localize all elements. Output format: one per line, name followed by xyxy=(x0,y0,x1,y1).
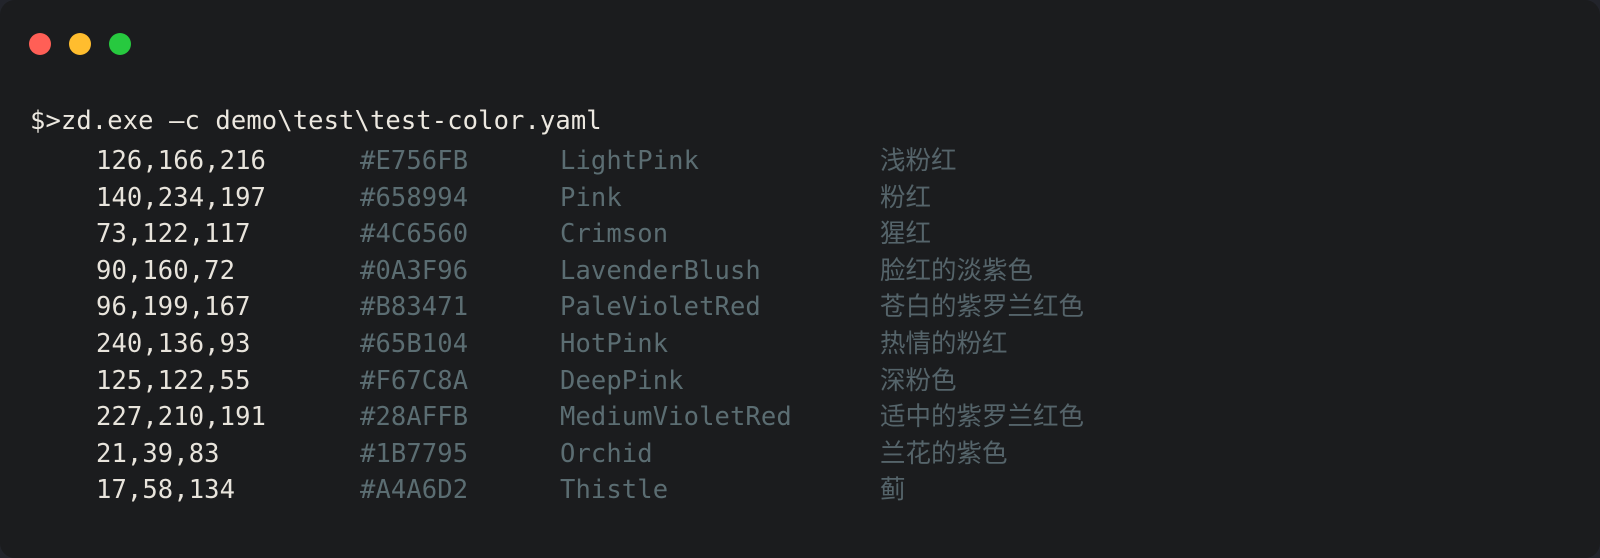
row-indent xyxy=(0,216,96,253)
table-row: 227,210,191 #28AFFB MediumVioletRed 适中的紫罗兰红… xyxy=(0,399,1600,436)
row-indent xyxy=(0,436,96,473)
command-prompt-line: $>zd.exe –c demo\test\test-color.yaml xyxy=(30,106,602,136)
cell-chinese-name: 兰花的紫色 xyxy=(880,438,1008,469)
cell-color-name: MediumVioletRed xyxy=(560,402,792,433)
cell-rgb: 96,199,167 xyxy=(96,292,251,323)
cell-chinese-name: 猩红 xyxy=(880,219,932,250)
cell-chinese-name: 热情的粉红 xyxy=(880,328,1008,359)
cell-rgb: 227,210,191 xyxy=(96,402,266,433)
color-table: 126,166,216 #E756FB LightPink 浅粉红 140,234,19… xyxy=(0,143,1600,509)
cell-hex: #1B7795 xyxy=(360,438,469,469)
table-row: 21,39,83 #1B7795 Orchid 兰花的紫色 xyxy=(0,436,1600,473)
cell-hex: #65B104 xyxy=(360,328,469,359)
terminal-window: $>zd.exe –c demo\test\test-color.yaml 12… xyxy=(0,0,1600,558)
cell-chinese-name: 深粉色 xyxy=(880,365,957,396)
cell-rgb: 126,166,216 xyxy=(96,146,266,176)
cell-chinese-name: 苍白的紫罗兰红色 xyxy=(880,292,1085,323)
window-titlebar[interactable] xyxy=(0,0,1600,88)
cell-chinese-name: 粉红 xyxy=(880,182,932,213)
cell-hex: #F67C8A xyxy=(360,365,469,396)
cell-chinese-name: 适中的紫罗兰红色 xyxy=(880,402,1085,433)
cell-hex: #0A3F96 xyxy=(360,255,469,286)
row-indent xyxy=(0,253,96,290)
row-indent xyxy=(0,472,96,509)
terminal-output-area[interactable]: $>zd.exe –c demo\test\test-color.yaml 12… xyxy=(0,88,1600,558)
row-indent xyxy=(0,399,96,436)
cell-hex: #E756FB xyxy=(360,146,469,176)
cell-color-name: LavenderBlush xyxy=(560,255,761,286)
table-row: 96,199,167 #B83471 PaleVioletRed 苍白的紫罗兰红色 xyxy=(0,289,1600,326)
maximize-button[interactable] xyxy=(109,33,131,55)
cell-color-name: LightPink xyxy=(560,146,700,176)
row-indent xyxy=(0,289,96,326)
cell-color-name: PaleVioletRed xyxy=(560,292,761,323)
cell-chinese-name: 脸红的淡紫色 xyxy=(880,255,1034,286)
cell-hex: #4C6560 xyxy=(360,219,469,250)
cell-rgb: 90,160,72 xyxy=(96,255,236,286)
cell-hex: #28AFFB xyxy=(360,402,469,433)
window-controls xyxy=(29,33,131,55)
cell-color-name: Pink xyxy=(560,182,622,213)
cell-color-name: HotPink xyxy=(560,328,669,359)
minimize-button[interactable] xyxy=(69,33,91,55)
cell-color-name: DeepPink xyxy=(560,365,684,396)
row-indent xyxy=(0,363,96,400)
table-row: 126,166,216 #E756FB LightPink 浅粉红 xyxy=(0,143,1600,180)
cell-color-name: Thistle xyxy=(560,475,669,506)
cell-rgb: 140,234,197 xyxy=(96,182,266,213)
cell-rgb: 73,122,117 xyxy=(96,219,251,250)
table-row: 73,122,117 #4C6560 Crimson 猩红 xyxy=(0,216,1600,253)
color-table-body: 126,166,216 #E756FB LightPink 浅粉红 140,234,19… xyxy=(0,143,1600,509)
table-row: 240,136,93 #65B104 HotPink 热情的粉红 xyxy=(0,326,1600,363)
row-indent xyxy=(0,180,96,217)
table-row: 140,234,197 #658994 Pink 粉红 xyxy=(0,180,1600,217)
cell-rgb: 125,122,55 xyxy=(96,365,251,396)
table-row: 90,160,72 #0A3F96 LavenderBlush 脸红的淡紫色 xyxy=(0,253,1600,290)
row-indent xyxy=(0,143,96,180)
table-row: 17,58,134 #A4A6D2 Thistle 蓟 xyxy=(0,472,1600,509)
cell-hex: #B83471 xyxy=(360,292,469,323)
close-button[interactable] xyxy=(29,33,51,55)
cell-rgb: 240,136,93 xyxy=(96,328,251,359)
cell-color-name: Crimson xyxy=(560,219,669,250)
cell-hex: #658994 xyxy=(360,182,469,213)
cell-chinese-name: 蓟 xyxy=(880,475,906,506)
cell-color-name: Orchid xyxy=(560,438,653,469)
cell-rgb: 17,58,134 xyxy=(96,475,236,506)
table-row: 125,122,55 #F67C8A DeepPink 深粉色 xyxy=(0,363,1600,400)
row-indent xyxy=(0,326,96,363)
cell-rgb: 21,39,83 xyxy=(96,438,220,469)
cell-chinese-name: 浅粉红 xyxy=(880,146,957,176)
cell-hex: #A4A6D2 xyxy=(360,475,469,506)
